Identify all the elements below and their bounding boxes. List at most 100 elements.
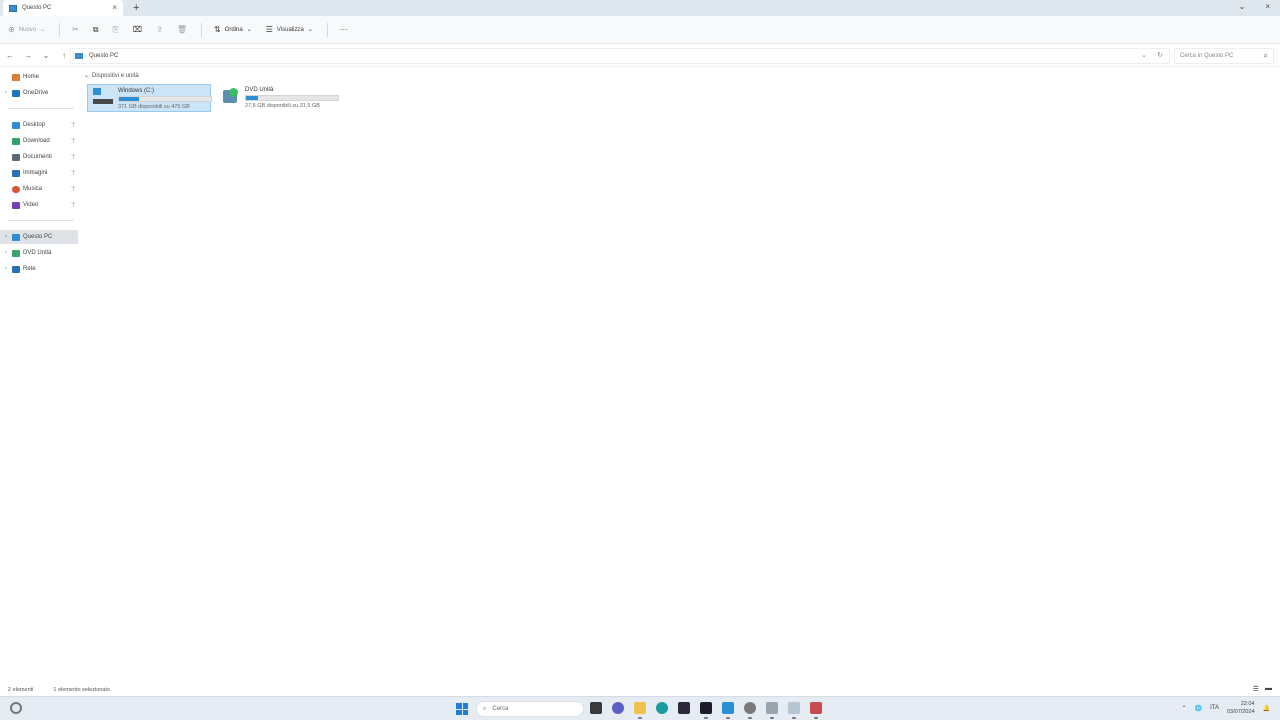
chat-icon[interactable] <box>612 702 624 714</box>
forward-arrow-icon[interactable]: → <box>20 51 36 60</box>
language-indicator[interactable]: ITA <box>1210 705 1219 711</box>
utility-icon[interactable] <box>810 702 822 719</box>
chevron-right-icon[interactable]: › <box>0 90 12 96</box>
sidebar-item-questo-pc[interactable]: › Questo PC <box>0 230 78 244</box>
widgets-icon[interactable] <box>10 702 22 714</box>
rename-button[interactable]: ⌧ <box>133 25 142 34</box>
search-icon: ⌕ <box>1263 51 1268 60</box>
minimize-button[interactable]: ⌄ <box>1239 2 1246 11</box>
tab-questo-pc[interactable]: Questo PC × <box>3 0 123 16</box>
pc-app-icon[interactable] <box>722 702 734 719</box>
pin-icon[interactable]: ⊤ <box>71 122 76 129</box>
delete-button[interactable]: 🗑 <box>177 25 187 34</box>
edge-icon[interactable] <box>656 702 668 714</box>
image-icon <box>12 169 20 177</box>
status-bar: 2 elementi 1 elemento selezionato ☰ ▬ <box>0 684 1280 696</box>
sort-button[interactable]: ⇅ Ordina ⌄ <box>214 25 252 34</box>
drive-tile-dvd[interactable]: DVD Unità 27,5 GB disponibili su 31,5 GB <box>215 84 339 112</box>
sidebar-item-desktop[interactable]: Desktop ⊤ <box>0 118 78 132</box>
sidebar-item-immagini[interactable]: Immagini ⊤ <box>0 166 78 180</box>
pc-icon <box>12 233 20 241</box>
drive-usage-fill <box>119 97 140 101</box>
tiles-view-icon[interactable]: ▬ <box>1265 685 1272 693</box>
sidebar-item-label: OneDrive <box>23 90 49 96</box>
sidebar-item-label: DVD Unità <box>23 250 52 256</box>
details-view-icon[interactable]: ☰ <box>1253 685 1259 693</box>
address-field[interactable]: Questo PC ⌄ ↻ <box>70 48 1170 64</box>
divider <box>8 220 74 221</box>
chevron-right-icon[interactable]: › <box>0 250 12 256</box>
sidebar-item-rete[interactable]: › Rete <box>0 262 78 276</box>
download-icon <box>12 137 20 145</box>
pin-icon[interactable]: ⊤ <box>71 154 76 161</box>
sidebar-item-onedrive[interactable]: › OneDrive <box>0 86 78 100</box>
more-options-button[interactable]: ··· <box>340 25 348 34</box>
sidebar-item-dvd[interactable]: › DVD Unità <box>0 246 78 260</box>
scissors-icon: ✂ <box>72 25 79 34</box>
view-icon: ☰ <box>265 25 273 34</box>
chevron-right-icon[interactable]: › <box>0 266 12 272</box>
group-header[interactable]: ⌄ Dispositivi e unità <box>84 72 139 80</box>
sidebar-item-label: Rete <box>23 266 36 272</box>
drive-free-text: 371 GB disponibili su 475 GB <box>118 104 190 110</box>
settings-icon[interactable] <box>744 702 756 719</box>
notification-bell-icon[interactable]: 🔔 <box>1263 705 1270 712</box>
store-icon[interactable] <box>678 702 690 714</box>
tool-icon[interactable] <box>766 702 778 719</box>
network-status-icon[interactable]: 🌐 <box>1195 705 1202 712</box>
new-label: Nuovo <box>18 26 37 33</box>
view-button[interactable]: ☰ Visualizza ⌄ <box>266 25 313 34</box>
sidebar-item-label: Immagini <box>23 170 48 176</box>
pin-icon[interactable]: ⊤ <box>71 186 76 193</box>
sidebar-item-label: Video <box>23 202 39 208</box>
command-bar: ⊕ Nuovo ⌄ ✂ ⧉ ⎘ ⌧ ⇪ 🗑 ⇅ Ordina ⌄ ☰ Visua… <box>0 16 1280 44</box>
close-tab-icon[interactable]: × <box>112 3 117 13</box>
drive-usage-fill <box>246 96 258 100</box>
sidebar-item-download[interactable]: Download ⊤ <box>0 134 78 148</box>
chevron-down-icon[interactable]: ⌄ <box>1141 51 1147 59</box>
sidebar-item-video[interactable]: Video ⊤ <box>0 198 78 212</box>
chevron-up-icon[interactable]: ⌃ <box>1182 705 1187 712</box>
pin-icon[interactable]: ⊤ <box>71 202 76 209</box>
cut-button[interactable]: ✂ <box>72 25 79 34</box>
pin-icon[interactable]: ⊤ <box>71 138 76 145</box>
breadcrumb[interactable]: Questo PC <box>89 53 118 59</box>
task-view-icon[interactable] <box>590 702 602 714</box>
refresh-icon[interactable]: ↻ <box>1157 51 1163 59</box>
copy-button[interactable]: ⧉ <box>93 25 99 35</box>
navigation-pane: Home › OneDrive Desktop ⊤ Download ⊤ Doc… <box>0 68 80 682</box>
taskbar-search[interactable]: ⌕ Cerca <box>476 701 584 717</box>
paste-button[interactable]: ⎘ <box>113 25 119 35</box>
close-window-button[interactable]: × <box>1265 2 1270 11</box>
clock[interactable]: 22:04 03/07/2024 <box>1227 700 1255 716</box>
pin-icon[interactable]: ⊤ <box>71 170 76 177</box>
recent-chevron-icon[interactable]: ⌄ <box>38 51 54 60</box>
chevron-right-icon[interactable]: › <box>0 234 12 240</box>
chevron-down-icon[interactable]: ⌄ <box>84 72 89 79</box>
title-bar: Questo PC × + ⌄ × <box>0 0 1280 16</box>
sidebar-item-documenti[interactable]: Documenti ⊤ <box>0 150 78 164</box>
monitor-icon[interactable] <box>788 702 800 719</box>
new-button[interactable]: ⊕ Nuovo ⌄ <box>8 25 45 34</box>
drive-usage-bar <box>245 95 339 101</box>
app-icon[interactable] <box>700 702 712 719</box>
sidebar-item-label: Questo PC <box>23 234 53 240</box>
clock-date: 03/07/2024 <box>1226 709 1255 715</box>
sidebar-item-home[interactable]: Home <box>0 70 78 84</box>
plus-icon: ⊕ <box>8 25 15 34</box>
search-input[interactable]: Cerca in Questo PC ⌕ <box>1174 48 1274 64</box>
back-arrow-icon[interactable]: ← <box>2 51 18 60</box>
file-explorer-icon[interactable] <box>634 702 646 719</box>
new-tab-button[interactable]: + <box>133 2 139 14</box>
drive-usage-bar <box>118 96 212 102</box>
items-count: 2 elementi <box>8 687 34 693</box>
pc-icon <box>75 53 83 59</box>
sidebar-item-musica[interactable]: Musica ⊤ <box>0 182 78 196</box>
dvd-icon <box>12 249 20 257</box>
share-button[interactable]: ⇪ <box>156 25 163 34</box>
network-icon <box>12 265 20 273</box>
start-button[interactable] <box>456 703 468 715</box>
cloud-icon <box>12 89 20 97</box>
view-toggle: ☰ ▬ <box>1253 685 1272 693</box>
drive-tile-c[interactable]: Windows (C:) 371 GB disponibili su 475 G… <box>87 84 212 112</box>
